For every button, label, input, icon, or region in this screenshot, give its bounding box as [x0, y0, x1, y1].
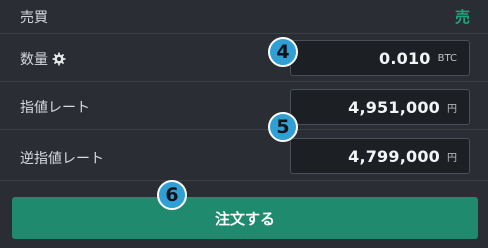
- quantity-label: 数量: [20, 52, 48, 68]
- limit-rate-value: 4,951,000: [348, 97, 440, 117]
- limit-rate-label: 指値レート: [20, 100, 90, 116]
- trade-side-label: 売買: [20, 10, 48, 26]
- step-badge-order: 6: [157, 180, 187, 210]
- quantity-input[interactable]: 0.010 BTC: [290, 40, 470, 76]
- quantity-label-group: 数量: [20, 49, 66, 69]
- limit-rate-row: 指値レート 4,951,000 円: [0, 82, 488, 130]
- limit-rate-unit: 円: [447, 103, 457, 115]
- stop-rate-row: 逆指値レート 4,799,000 円: [0, 130, 488, 181]
- trade-side-value[interactable]: 売: [455, 6, 470, 27]
- quantity-unit: BTC: [437, 52, 457, 64]
- step-badge-quantity: 4: [268, 37, 298, 67]
- place-order-button[interactable]: 注文する: [12, 197, 478, 239]
- trade-side-row: 売買 売: [0, 0, 488, 34]
- limit-rate-input[interactable]: 4,951,000 円: [290, 89, 470, 125]
- order-panel: 売買 売 数量 0.010 BTC 指値レート 4,951,000 円 逆指値レ…: [0, 0, 488, 248]
- stop-rate-value: 4,799,000: [348, 146, 440, 166]
- gear-icon[interactable]: [52, 52, 66, 66]
- quantity-row: 数量 0.010 BTC: [0, 34, 488, 82]
- quantity-value: 0.010: [379, 48, 431, 68]
- stop-rate-input[interactable]: 4,799,000 円: [290, 138, 470, 174]
- stop-rate-unit: 円: [447, 152, 457, 164]
- step-badge-rates: 5: [268, 112, 298, 142]
- stop-rate-label: 逆指値レート: [20, 151, 104, 167]
